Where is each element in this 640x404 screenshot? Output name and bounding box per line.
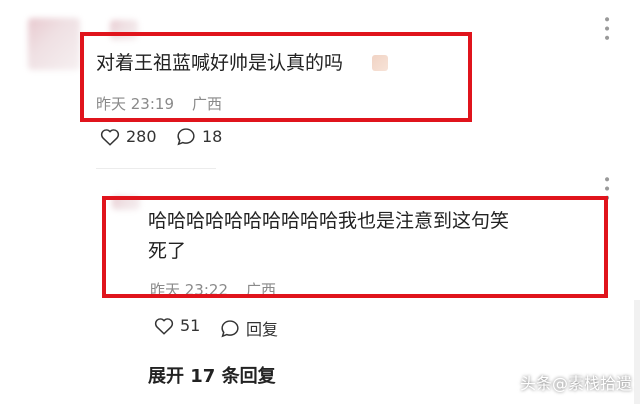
comment-2-text-line-1: 哈哈哈哈哈哈哈哈哈哈我也是注意到这句笑 (148, 210, 510, 232)
comment-bubble-icon (221, 319, 239, 337)
watermark: 头条@素栈拾遗 (519, 374, 632, 393)
comment-2-location: 广西 (246, 281, 277, 294)
avatar[interactable] (28, 18, 80, 70)
reply-label-comment-2: 回复 (246, 320, 279, 339)
more-icon[interactable]: ••• (598, 15, 614, 43)
comment-2-text-line-2: 死了 (148, 240, 187, 262)
like-button-comment-1[interactable]: 280 (100, 127, 157, 146)
heart-icon (100, 128, 120, 146)
reply-count-comment-1: 18 (202, 127, 223, 146)
like-button-comment-2[interactable]: 51 (154, 316, 200, 335)
like-count-comment-2: 51 (180, 316, 201, 335)
emoji-icon (372, 55, 388, 71)
divider (96, 168, 216, 169)
comment-1-location: 广西 (192, 95, 223, 113)
heart-icon (154, 317, 174, 335)
scrollbar-track[interactable] (634, 300, 640, 404)
reply-button-comment-2[interactable]: 回复 (220, 316, 278, 340)
reply-button-comment-1[interactable]: 18 (176, 127, 222, 146)
like-count-comment-1: 280 (126, 127, 157, 146)
comment-bubble-icon (177, 128, 195, 146)
comment-2-time: 昨天 23:22 (150, 281, 228, 294)
expand-replies-link[interactable]: 展开 17 条回复 (148, 362, 276, 388)
comment-1-text: 对着王祖蓝喊好帅是认真的吗 (96, 52, 344, 74)
comment-1-time: 昨天 23:19 (96, 95, 174, 113)
